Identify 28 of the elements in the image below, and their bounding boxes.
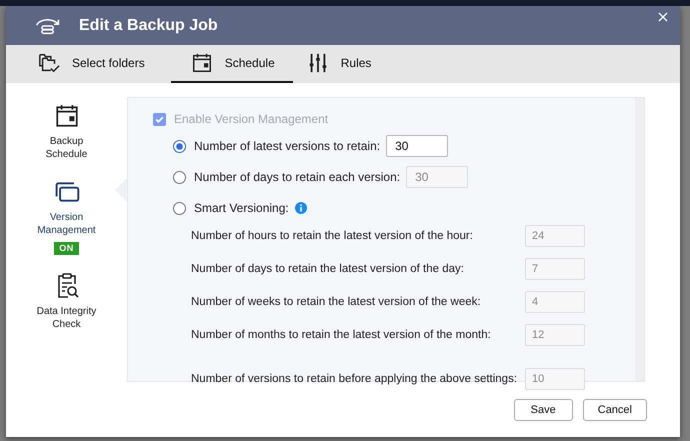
close-button[interactable] [658, 11, 670, 23]
field-label: Number of months to retain the latest version of the month: [191, 329, 492, 341]
dialog-button[interactable]: Cancel [582, 399, 647, 421]
calendar-icon [54, 103, 80, 129]
field-label: Number of days to retain the latest version of the day: [191, 263, 465, 275]
radio-label: Smart Versioning: [194, 201, 289, 215]
radio-label: Number of latest versions to retain: [194, 139, 380, 153]
radio-button[interactable] [173, 140, 186, 152]
calendar-icon [190, 52, 213, 74]
folders-check-icon [38, 52, 60, 74]
dialog-button[interactable]: Save [514, 399, 573, 421]
field-label: Number of hours to retain the latest version of the hour: [191, 230, 474, 242]
sidebar-item[interactable]: Version Management ON [30, 179, 104, 255]
tab[interactable]: Select folders [32, 45, 163, 83]
radio-label: Number of days to retain each version: [194, 170, 400, 184]
field-label: Number of weeks to retain the latest version of the week: [191, 296, 482, 308]
info-icon[interactable] [294, 202, 307, 214]
field-label: Number of versions to retain before applying the above settings: [191, 373, 518, 385]
input-field[interactable]: 30 [386, 135, 448, 157]
tab[interactable]: Schedule [170, 45, 293, 83]
checkbox-label: Enable Version Management [174, 112, 328, 126]
sidebar-item[interactable]: Backup Schedule [30, 103, 104, 161]
sidebar-item[interactable]: Data Integrity Check [30, 273, 104, 331]
tab[interactable]: Rules [300, 45, 390, 83]
radio-button[interactable] [173, 202, 186, 214]
status-badge: ON [54, 242, 79, 255]
window-title: Edit a Backup Job [79, 16, 218, 34]
scrollbar[interactable] [635, 98, 644, 381]
